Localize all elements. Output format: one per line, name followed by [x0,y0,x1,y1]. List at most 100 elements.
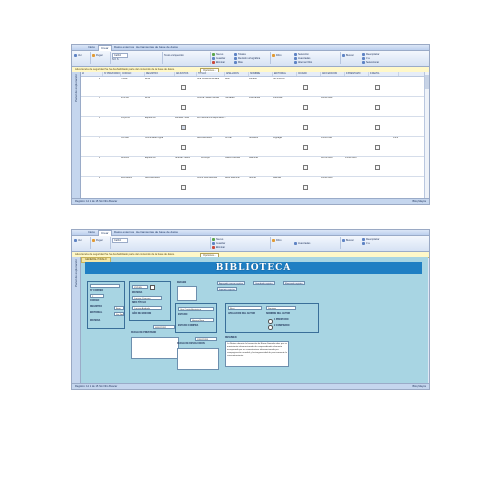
field-titulo[interactable]: Una Cosita Arminiaca [178,307,214,311]
radio-comprado[interactable] [268,325,273,330]
tab-datos-externos[interactable]: Datos externos [112,230,136,235]
table-row[interactable]: 9 ZRK4MMs Administración Como Internacio… [81,176,425,196]
col-header-fprestamo[interactable]: F.PRESTAMO [345,72,369,76]
tab-herramientas[interactable]: Herramientas de base de datos [134,230,180,235]
table-row[interactable]: 4 ITM62 Ilima Una Cosita Arminiaca Rusi … [81,77,425,97]
table-row[interactable]: 6 BVpUN5 EspañPub Morales Hues La Histor… [81,116,425,137]
save-record-button[interactable]: Guardar [212,57,225,60]
replace-button[interactable]: Reemplazar [362,53,379,56]
attachment-icon[interactable] [181,85,186,90]
font-select[interactable]: Calibri [112,238,129,243]
toggle-filter-button[interactable]: Alternar filtro [294,61,312,64]
attachment-icon[interactable] [303,125,308,130]
col-header-prestamo[interactable]: Nº PRESTAMO [103,72,121,76]
col-header-fdevol[interactable]: F.DEVOL [369,72,399,76]
field-estado-compra[interactable]: 19/02/1993 [195,337,217,341]
view-button[interactable]: Ver [74,54,82,57]
col-header-anio[interactable]: AÑO EDICION [321,72,345,76]
find-button[interactable]: Buscar [342,54,354,57]
col-header-nombre[interactable]: NOMBRE [249,72,273,76]
spelling-button[interactable]: Revisión ortográfica [234,57,260,60]
attachment-icon[interactable] [181,105,186,110]
attachment-icon[interactable] [181,125,186,130]
navigation-pane[interactable]: Panel de exploración [72,72,81,199]
attachment-icon[interactable] [375,125,380,130]
paste-button[interactable]: Pegar [92,239,103,242]
col-header-titulo[interactable]: TITULO [197,72,225,76]
attachment-icon[interactable] [375,105,380,110]
field-nombre-autor[interactable]: Sanjuan [266,306,296,310]
field-fecha-prestamo[interactable] [131,337,179,359]
field-materia[interactable]: Lucana, Francan [132,296,162,300]
more-button[interactable]: Más [234,61,243,64]
field-estado[interactable]: Harvez Bom [190,318,214,322]
print-record-button[interactable]: Imprimir registro [217,287,237,291]
col-header-apellidos[interactable]: APELLIDOS [225,72,249,76]
add-record-button[interactable]: Agregado nuevo registro [217,281,245,285]
tab-datos-externos[interactable]: Datos externos [112,45,136,50]
advanced-button[interactable]: Avanzadas [294,242,310,245]
field-codigo[interactable]: ZXP465 [132,285,148,289]
tab-inicio[interactable]: Inicio [86,230,97,235]
col-header-id[interactable]: Id [81,72,103,76]
filter-button[interactable]: Filtro [272,239,282,242]
col-header-registro[interactable]: REGISTRO [145,72,175,76]
attachment-icon[interactable] [303,165,308,170]
advanced-button[interactable]: Avanzadas [294,57,310,60]
attachment-icon[interactable] [181,185,186,190]
goto-button[interactable]: Ir a [362,57,370,60]
replace-button[interactable]: Reemplazar [362,238,379,241]
field-anio-edicion[interactable]: 06/02/1992 [153,325,175,329]
bold-button[interactable]: N K S [112,58,119,61]
vertical-scrollbar[interactable] [424,72,429,198]
save-record-form-button[interactable]: Guardado registro [253,281,275,285]
save-record-button[interactable]: Guardar [212,242,225,245]
field-nro-titulo[interactable]: Lucana Andrade [132,306,162,310]
field-apellidos-autor[interactable]: Rusi [228,306,262,310]
record-selector-combo[interactable] [90,284,120,288]
selection-button[interactable]: Selección [294,53,309,56]
attachment-icon[interactable] [303,185,308,190]
select-button[interactable]: Seleccionar [362,61,379,64]
paste-button[interactable]: Pegar [92,54,103,57]
totals-button[interactable]: Totales [234,53,246,56]
goto-button[interactable]: Ir a [362,242,370,245]
table-row[interactable]: 5 ZXP465 Ilima Cónica Hasta Hamdat Harva… [81,96,425,117]
filter-button[interactable]: Filtro [272,54,282,57]
attachment-icon[interactable] [303,85,308,90]
scrollbar-thumb[interactable] [425,75,429,89]
radio-prestado[interactable] [268,319,273,324]
find-button[interactable]: Buscar [342,239,354,242]
field-editorial[interactable]: Sin Ilmorfio [114,312,124,316]
delete-record-button[interactable]: Eliminar [212,246,225,249]
record-navigator[interactable]: Registro: 14 1 de 15 Sin filtro Buscar [75,200,117,203]
field-registro[interactable]: Ilima [114,306,124,310]
attachment-icon[interactable] [181,145,186,150]
field-id[interactable]: 2 [90,294,104,298]
field-resumen[interactable]: La Nature durante la formación de Rome l… [225,341,289,367]
new-record-button[interactable]: Nuevo [212,238,223,241]
attachment-icon[interactable] [375,85,380,90]
new-record-button[interactable]: Nuevo [212,53,223,56]
col-header-editorial[interactable]: EDITORIAL [273,72,297,76]
table-row[interactable]: 8 DF4865 EspañPub Nirevarz Marts La Bruj… [81,156,425,177]
attachment-icon[interactable] [303,105,308,110]
image-attachment[interactable] [177,286,197,301]
delete-record-button[interactable]: Eliminar [212,61,225,64]
attachment-icon[interactable] [181,165,186,170]
attachment-icon[interactable] [303,145,308,150]
attachment-icon[interactable] [375,145,380,150]
delete-record-form-button[interactable]: Eliminado registro [283,281,305,285]
col-header-ciudad[interactable]: CIUDAD [297,72,321,76]
col-header-codigo[interactable]: CODIGO [121,72,145,76]
field-fecha-devolucion[interactable] [177,348,219,370]
view-button[interactable]: Ver [74,239,82,242]
record-navigator[interactable]: Registro: 14 1 de 15 Sin filtro Buscar [75,385,117,388]
checkbox-prestado[interactable] [150,285,155,290]
tab-herramientas[interactable]: Herramientas de base de datos [134,45,180,50]
navigation-pane[interactable]: Panel de exploración [72,257,81,384]
attachment-icon[interactable] [375,165,380,170]
tab-inicio[interactable]: Inicio [86,45,97,50]
col-header-adjuntos[interactable]: ADJUNTOS [175,72,197,76]
table-row[interactable]: 7 CU1906 Comunidad Ingua Administración … [81,136,425,157]
